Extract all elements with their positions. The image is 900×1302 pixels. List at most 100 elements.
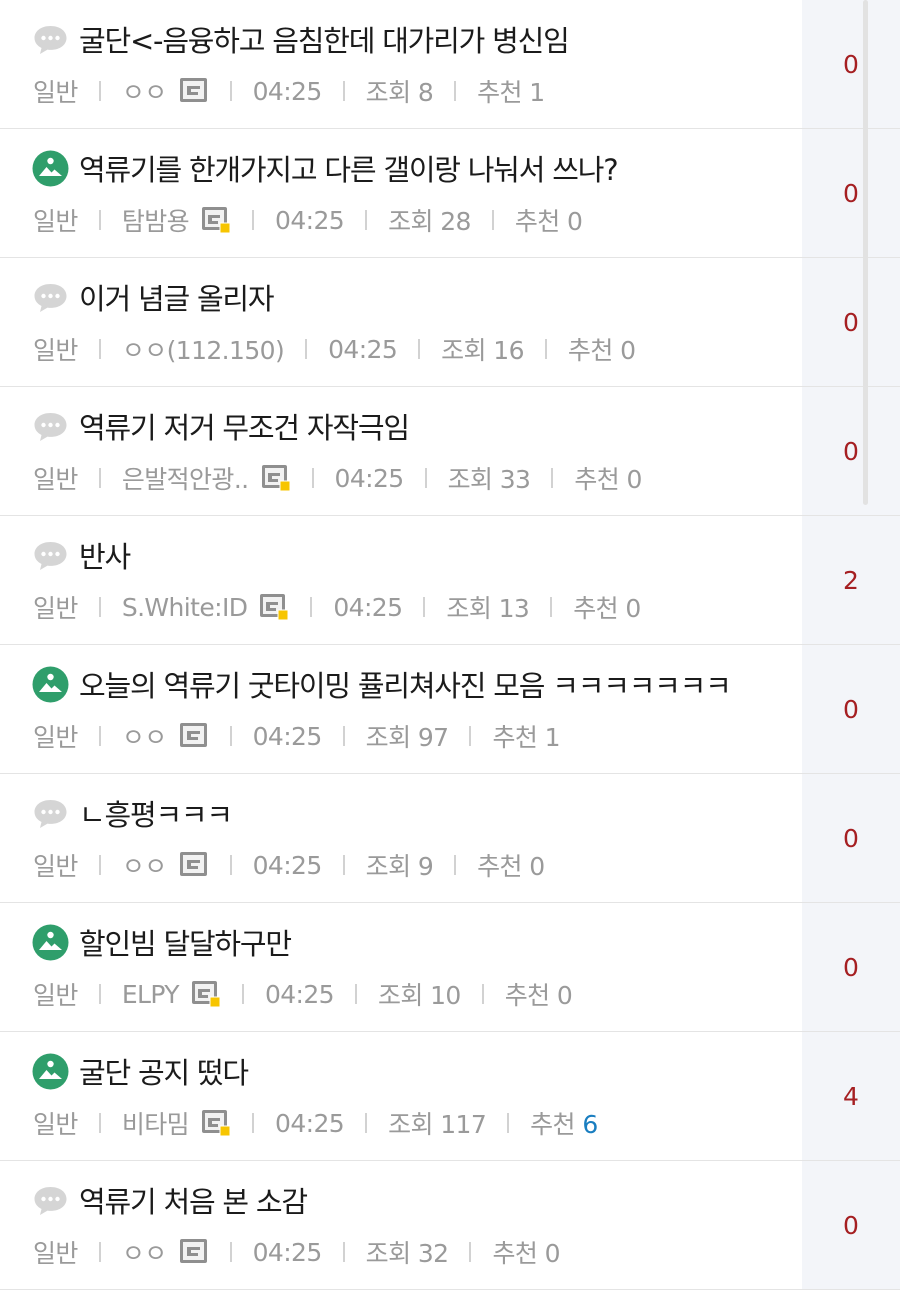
post-time: 04:25	[252, 850, 323, 880]
comment-count[interactable]: 0	[802, 903, 900, 1031]
scrollbar[interactable]	[863, 0, 868, 505]
post-main[interactable]: 역류기 처음 본 소감 일반 ㅇㅇ 04:25 조회 32 추천 0	[0, 1161, 802, 1289]
post-main[interactable]: ㄴ흥평ㅋㅋㅋ 일반 ㅇㅇ 04:25 조회 9 추천 0	[0, 774, 802, 902]
recommend-count: 1	[529, 78, 545, 107]
divider	[551, 468, 554, 488]
post-title[interactable]: 굴단 공지 떴다	[79, 1050, 249, 1092]
divider	[311, 468, 314, 488]
comment-count[interactable]: 4	[802, 1032, 900, 1160]
post-main[interactable]: 역류기를 한개가지고 다른 갤이랑 나눠서 쓰나? 일반 탐밤용 04:25 조…	[0, 129, 802, 257]
post-row[interactable]: 반사 일반 S.White:ID 04:25 조회 13 추천 0 2	[0, 516, 900, 645]
post-time: 04:25	[275, 205, 345, 235]
image-post-icon	[32, 150, 69, 187]
divider	[507, 1113, 510, 1133]
post-recommend: 추천 0	[574, 460, 642, 496]
divider	[454, 855, 457, 875]
divider	[342, 726, 345, 746]
post-row[interactable]: 오늘의 역류기 굿타이밍 퓰리쳐사진 모음 ㅋㅋㅋㅋㅋㅋㅋ 일반 ㅇㅇ 04:2…	[0, 645, 900, 774]
post-row[interactable]: 역류기 저거 무조건 자작극임 일반 은발적안광.. 04:25 조회 33 추…	[0, 387, 900, 516]
recommend-count: 1	[544, 723, 561, 752]
post-title[interactable]: 오늘의 역류기 굿타이밍 퓰리쳐사진 모음 ㅋㅋㅋㅋㅋㅋㅋ	[79, 663, 732, 705]
post-title[interactable]: 역류기를 한개가지고 다른 갤이랑 나눠서 쓰나?	[79, 147, 619, 189]
post-title-line[interactable]: 역류기 저거 무조건 자작극임	[32, 405, 410, 447]
post-title-line[interactable]: 이거 념글 올리자	[32, 276, 275, 318]
post-meta: 일반 은발적안광.. 04:25 조회 33 추천 0	[33, 461, 642, 495]
post-title-line[interactable]: 반사	[32, 534, 131, 576]
post-category: 일반	[33, 1110, 78, 1139]
post-title[interactable]: 이거 념글 올리자	[79, 276, 275, 318]
post-title[interactable]: 역류기 저거 무조건 자작극임	[79, 405, 410, 447]
post-time: 04:25	[252, 76, 323, 106]
recommend-count: 0	[529, 852, 545, 881]
recommend-count: 6	[582, 1110, 598, 1139]
post-row[interactable]: ㄴ흥평ㅋㅋㅋ 일반 ㅇㅇ 04:25 조회 9 추천 0 0	[0, 774, 900, 903]
divider	[252, 1113, 255, 1133]
post-author[interactable]: ㅇㅇ	[122, 718, 167, 754]
post-main[interactable]: 이거 념글 올리자 일반 ㅇㅇ(112.150) 04:25 조회 16 추천 …	[0, 258, 802, 386]
post-author[interactable]: ㅇㅇ	[122, 847, 167, 883]
post-row[interactable]: 이거 념글 올리자 일반 ㅇㅇ(112.150) 04:25 조회 16 추천 …	[0, 258, 900, 387]
divider	[365, 210, 368, 230]
post-time: 04:25	[334, 463, 405, 493]
post-title-line[interactable]: 역류기 처음 본 소감	[32, 1179, 308, 1221]
fixed-nick-badge-icon	[179, 722, 209, 750]
post-main[interactable]: 오늘의 역류기 굿타이밍 퓰리쳐사진 모음 ㅋㅋㅋㅋㅋㅋㅋ 일반 ㅇㅇ 04:2…	[0, 645, 802, 773]
comment-count[interactable]: 0	[802, 774, 900, 902]
post-recommend: 추천 1	[492, 718, 561, 754]
post-row[interactable]: 굴단 공지 떴다 일반 비타밈 04:25 조회 117 추천 6 4	[0, 1032, 900, 1161]
member-badge-icon	[191, 980, 221, 1008]
post-title-line[interactable]: ㄴ흥평ㅋㅋㅋ	[32, 792, 233, 834]
post-main[interactable]: 반사 일반 S.White:ID 04:25 조회 13 추천 0	[0, 516, 802, 644]
post-author[interactable]: 은발적안광..	[122, 460, 249, 496]
speech-bubble-icon	[32, 279, 69, 316]
post-title-line[interactable]: 할인빔 달달하구만	[32, 921, 292, 963]
post-title[interactable]: 굴단<-음융하고 음침한데 대가리가 병신임	[79, 18, 570, 60]
post-row[interactable]: 굴단<-음융하고 음침한데 대가리가 병신임 일반 ㅇㅇ 04:25 조회 8 …	[0, 0, 900, 129]
comment-count[interactable]: 0	[802, 129, 900, 257]
post-main[interactable]: 굴단<-음융하고 음침한데 대가리가 병신임 일반 ㅇㅇ 04:25 조회 8 …	[0, 0, 802, 128]
post-title-line[interactable]: 굴단<-음융하고 음침한데 대가리가 병신임	[32, 18, 570, 60]
post-title[interactable]: 반사	[79, 534, 131, 576]
divider	[454, 81, 457, 101]
comment-count[interactable]: 0	[802, 258, 900, 386]
post-recommend: 추천 0	[492, 1234, 560, 1270]
post-recommend: 추천 0	[567, 331, 636, 367]
post-main[interactable]: 할인빔 달달하구만 일반 ELPY 04:25 조회 10 추천 0	[0, 903, 802, 1031]
post-views: 조회 32	[365, 1239, 449, 1268]
post-row[interactable]: 역류기 처음 본 소감 일반 ㅇㅇ 04:25 조회 32 추천 0 0	[0, 1161, 900, 1290]
post-time: 04:25	[264, 979, 335, 1009]
post-author[interactable]: 탐밤용	[122, 202, 190, 238]
post-title[interactable]: 할인빔 달달하구만	[79, 921, 292, 963]
image-post-icon	[32, 666, 69, 703]
image-post-icon	[32, 924, 69, 961]
divider	[423, 597, 426, 617]
post-category: 일반	[33, 465, 78, 494]
comment-count[interactable]: 0	[802, 1161, 900, 1289]
post-author[interactable]: S.White:ID	[122, 593, 248, 622]
post-author[interactable]: ELPY	[122, 980, 180, 1009]
speech-bubble-icon	[32, 1182, 69, 1219]
recommend-label: 추천	[567, 336, 613, 365]
post-title-line[interactable]: 오늘의 역류기 굿타이밍 퓰리쳐사진 모음 ㅋㅋㅋㅋㅋㅋㅋ	[32, 663, 732, 705]
post-title-line[interactable]: 역류기를 한개가지고 다른 갤이랑 나눠서 쓰나?	[32, 147, 619, 189]
post-row[interactable]: 역류기를 한개가지고 다른 갤이랑 나눠서 쓰나? 일반 탐밤용 04:25 조…	[0, 129, 900, 258]
post-title[interactable]: 역류기 처음 본 소감	[79, 1179, 308, 1221]
comment-count[interactable]: 0	[802, 387, 900, 515]
comment-count[interactable]: 2	[802, 516, 900, 644]
post-author[interactable]: ㅇㅇ	[122, 1234, 167, 1270]
post-main[interactable]: 역류기 저거 무조건 자작극임 일반 은발적안광.. 04:25 조회 33 추…	[0, 387, 802, 515]
divider	[229, 1242, 232, 1262]
post-title[interactable]: ㄴ흥평ㅋㅋㅋ	[79, 792, 233, 834]
divider	[98, 1113, 101, 1133]
divider	[469, 1242, 472, 1262]
post-recommend: 추천 0	[573, 589, 641, 625]
divider	[98, 339, 101, 359]
post-row[interactable]: 할인빔 달달하구만 일반 ELPY 04:25 조회 10 추천 0 0	[0, 903, 900, 1032]
post-author[interactable]: ㅇㅇ	[122, 73, 167, 109]
post-author[interactable]: 비타밈	[122, 1105, 190, 1141]
post-author[interactable]: ㅇㅇ(112.150)	[122, 331, 285, 367]
comment-count[interactable]: 0	[802, 0, 900, 128]
post-title-line[interactable]: 굴단 공지 떴다	[32, 1050, 249, 1092]
post-main[interactable]: 굴단 공지 떴다 일반 비타밈 04:25 조회 117 추천 6	[0, 1032, 802, 1160]
comment-count[interactable]: 0	[802, 645, 900, 773]
